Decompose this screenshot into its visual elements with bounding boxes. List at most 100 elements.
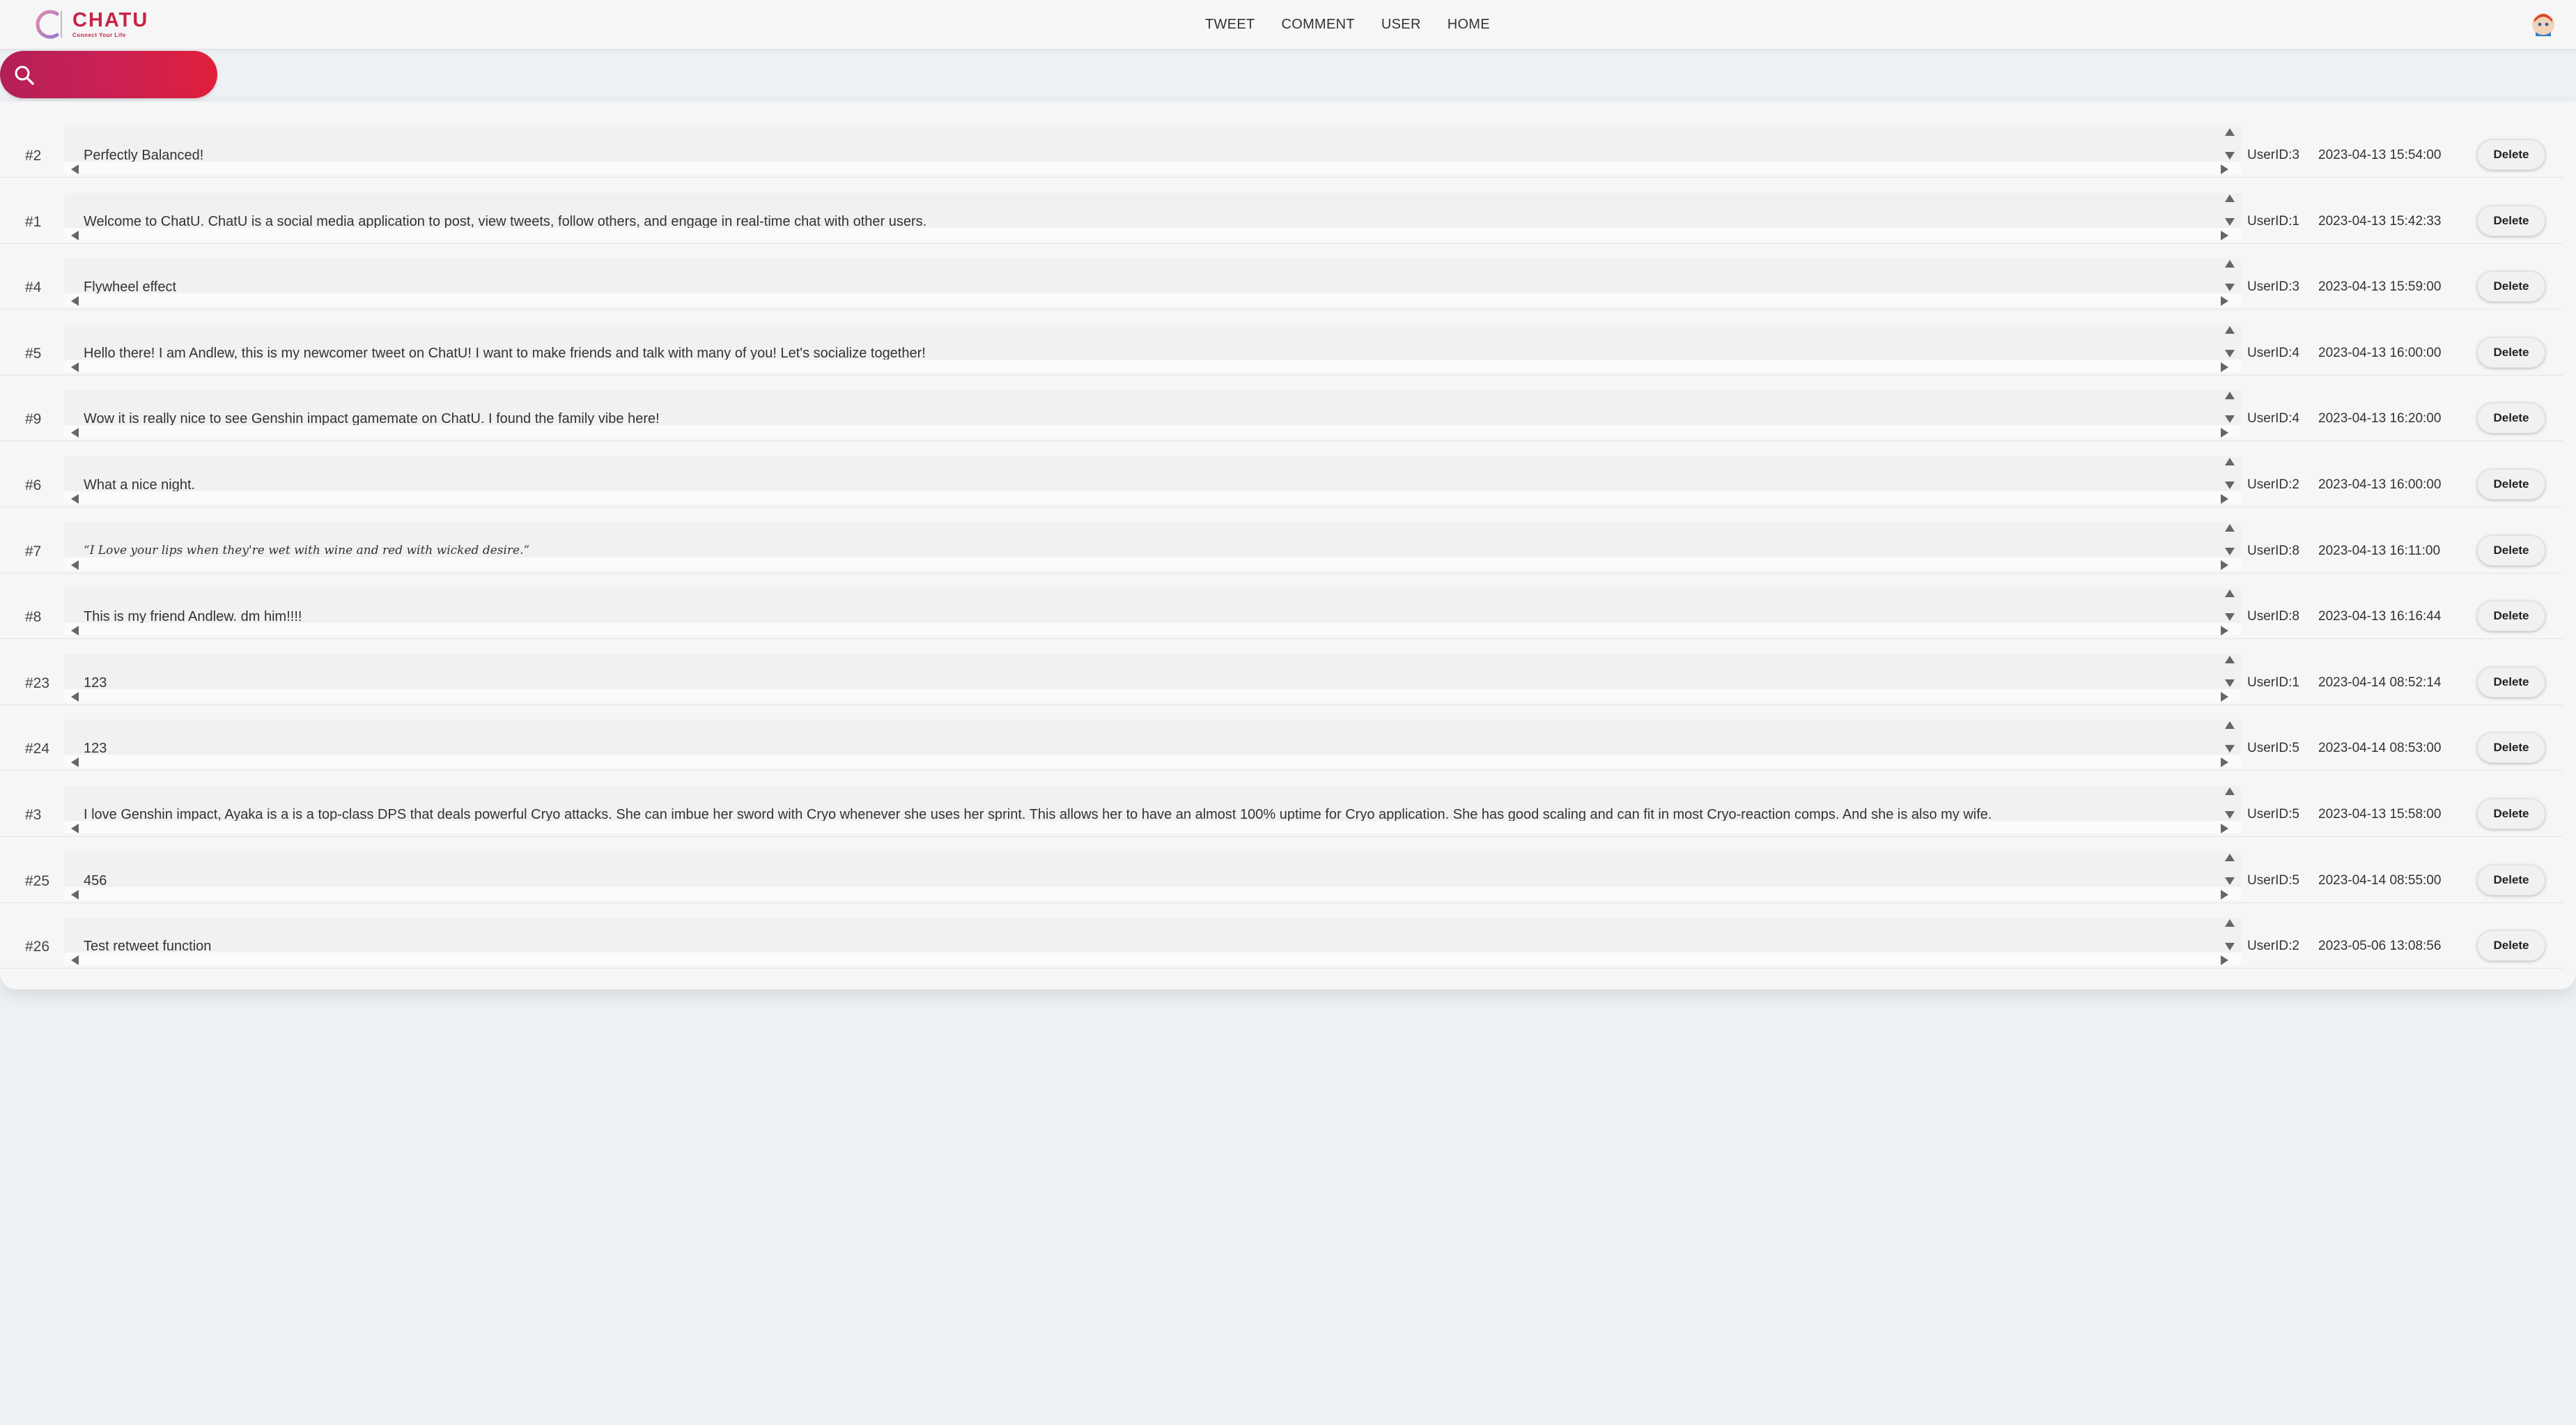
scroll-left-icon[interactable] (71, 230, 79, 240)
scroll-right-icon[interactable] (2221, 626, 2228, 636)
tweet-content-box[interactable]: Wow it is really nice to see Genshin imp… (64, 390, 2241, 438)
scroll-left-icon[interactable] (71, 757, 79, 768)
horizontal-scrollbar[interactable] (64, 821, 2241, 833)
scroll-down-icon[interactable] (2225, 284, 2235, 292)
horizontal-scrollbar[interactable] (64, 886, 2241, 900)
scroll-right-icon[interactable] (2221, 362, 2228, 372)
horizontal-scrollbar[interactable] (64, 162, 2241, 174)
tweet-content-box[interactable]: 123 (64, 720, 2241, 768)
tweet-content-box[interactable]: Test retweet function (64, 918, 2241, 966)
vertical-scrollbar[interactable] (2224, 325, 2236, 361)
horizontal-scrollbar[interactable] (64, 557, 2241, 570)
vertical-scrollbar[interactable] (2224, 787, 2236, 822)
scroll-left-icon[interactable] (71, 824, 79, 833)
vertical-scrollbar[interactable] (2224, 721, 2236, 756)
vertical-scrollbar[interactable] (2224, 128, 2236, 163)
vertical-scrollbar[interactable] (2224, 458, 2236, 493)
horizontal-scrollbar[interactable] (64, 293, 2241, 307)
scroll-left-icon[interactable] (71, 362, 79, 372)
scroll-down-icon[interactable] (2225, 415, 2235, 424)
delete-button[interactable]: Delete (2477, 205, 2545, 236)
delete-button[interactable]: Delete (2477, 337, 2545, 368)
scroll-up-icon[interactable] (2225, 523, 2235, 532)
scroll-left-icon[interactable] (71, 428, 79, 438)
delete-button[interactable]: Delete (2477, 403, 2545, 434)
nav-comment[interactable]: COMMENT (1282, 17, 1355, 33)
horizontal-scrollbar[interactable] (64, 623, 2241, 636)
vertical-scrollbar[interactable] (2224, 590, 2236, 624)
tweet-content-box[interactable]: I love Genshin impact, Ayaka is a is a t… (64, 786, 2241, 833)
scroll-down-icon[interactable] (2225, 547, 2235, 555)
nav-user[interactable]: USER (1381, 17, 1421, 33)
scroll-right-icon[interactable] (2221, 560, 2228, 570)
horizontal-scrollbar[interactable] (64, 755, 2241, 768)
vertical-scrollbar[interactable] (2224, 655, 2236, 691)
user-avatar[interactable] (2531, 13, 2555, 36)
scroll-left-icon[interactable] (71, 296, 79, 307)
chatu-logo[interactable]: CHATU Connect Your Life (33, 8, 148, 40)
horizontal-scrollbar[interactable] (64, 359, 2241, 372)
tweet-content-box[interactable]: Welcome to ChatU. ChatU is a social medi… (64, 192, 2241, 240)
vertical-scrollbar[interactable] (2224, 194, 2236, 229)
scroll-down-icon[interactable] (2225, 482, 2235, 489)
scroll-up-icon[interactable] (2225, 919, 2235, 927)
vertical-scrollbar[interactable] (2224, 260, 2236, 295)
scroll-up-icon[interactable] (2225, 853, 2235, 861)
horizontal-scrollbar[interactable] (64, 491, 2241, 504)
scroll-right-icon[interactable] (2221, 494, 2228, 504)
tweet-content-box[interactable]: Flywheel effect (64, 259, 2241, 307)
vertical-scrollbar[interactable] (2224, 919, 2236, 954)
horizontal-scrollbar[interactable] (64, 688, 2241, 702)
delete-button[interactable]: Delete (2477, 732, 2545, 764)
delete-button[interactable]: Delete (2477, 601, 2545, 632)
tweet-content-box[interactable]: This is my friend Andlew. dm him!!!! (64, 588, 2241, 636)
horizontal-scrollbar[interactable] (64, 425, 2241, 438)
scroll-left-icon[interactable] (71, 955, 79, 966)
scroll-down-icon[interactable] (2225, 745, 2235, 753)
scroll-right-icon[interactable] (2221, 296, 2228, 307)
scroll-up-icon[interactable] (2225, 590, 2235, 598)
scroll-up-icon[interactable] (2225, 260, 2235, 268)
delete-button[interactable]: Delete (2477, 469, 2545, 500)
tweet-content-box[interactable]: 456 (64, 852, 2241, 900)
delete-button[interactable]: Delete (2477, 534, 2545, 566)
scroll-right-icon[interactable] (2221, 757, 2228, 768)
scroll-left-icon[interactable] (71, 560, 79, 570)
scroll-up-icon[interactable] (2225, 325, 2235, 334)
delete-button[interactable]: Delete (2477, 930, 2545, 962)
horizontal-scrollbar[interactable] (64, 227, 2241, 240)
scroll-left-icon[interactable] (71, 626, 79, 636)
scroll-right-icon[interactable] (2221, 230, 2228, 240)
scroll-right-icon[interactable] (2221, 691, 2228, 702)
scroll-down-icon[interactable] (2225, 877, 2235, 885)
scroll-down-icon[interactable] (2225, 613, 2235, 622)
scroll-up-icon[interactable] (2225, 128, 2235, 136)
scroll-down-icon[interactable] (2225, 349, 2235, 357)
scroll-right-icon[interactable] (2221, 955, 2228, 966)
nav-tweet[interactable]: TWEET (1205, 17, 1255, 33)
tweet-content-box[interactable]: “I Love your lips when they're wet with … (64, 522, 2241, 570)
scroll-right-icon[interactable] (2221, 428, 2228, 438)
scroll-up-icon[interactable] (2225, 655, 2235, 663)
scroll-down-icon[interactable] (2225, 943, 2235, 951)
scroll-down-icon[interactable] (2225, 679, 2235, 687)
tweet-content-box[interactable]: 123 (64, 654, 2241, 702)
scroll-right-icon[interactable] (2221, 889, 2228, 900)
scroll-left-icon[interactable] (71, 494, 79, 504)
tweet-content-box[interactable]: Hello there! I am Andlew, this is my new… (64, 324, 2241, 372)
scroll-left-icon[interactable] (71, 691, 79, 702)
scroll-up-icon[interactable] (2225, 392, 2235, 400)
search-input[interactable] (45, 61, 208, 90)
scroll-up-icon[interactable] (2225, 721, 2235, 730)
scroll-right-icon[interactable] (2221, 164, 2228, 174)
tweet-content-box[interactable]: Perfectly Balanced! (64, 127, 2241, 174)
scroll-left-icon[interactable] (71, 164, 79, 174)
delete-button[interactable]: Delete (2477, 799, 2545, 829)
vertical-scrollbar[interactable] (2224, 523, 2236, 559)
scroll-up-icon[interactable] (2225, 787, 2235, 795)
delete-button[interactable]: Delete (2477, 864, 2545, 895)
scroll-down-icon[interactable] (2225, 152, 2235, 160)
search-icon[interactable] (14, 65, 35, 86)
scroll-up-icon[interactable] (2225, 458, 2235, 465)
delete-button[interactable]: Delete (2477, 271, 2545, 302)
